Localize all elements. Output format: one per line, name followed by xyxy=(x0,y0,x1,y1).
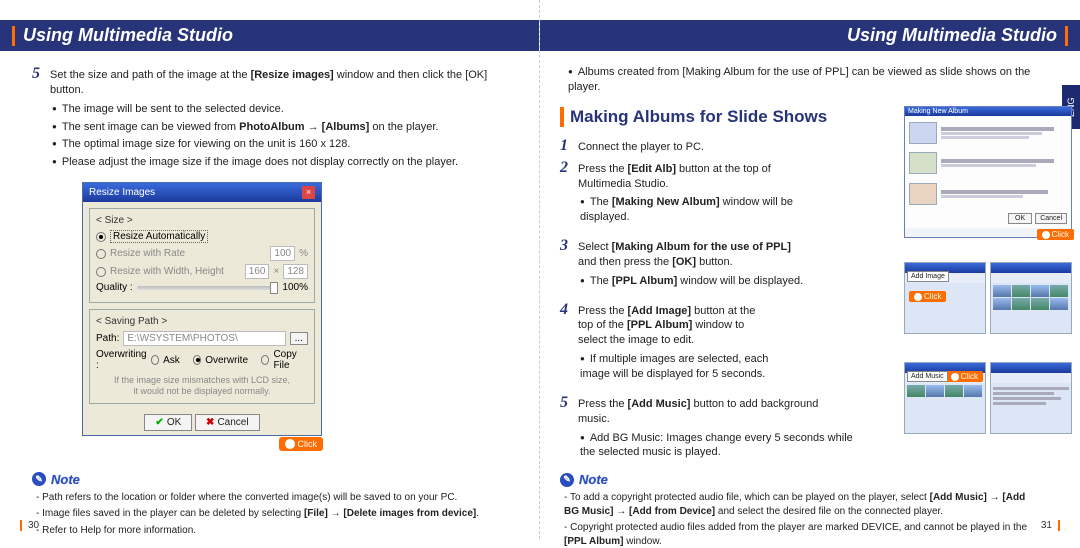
radio-overwrite[interactable] xyxy=(193,355,202,365)
page-header-left: Using Multimedia Studio xyxy=(0,20,539,51)
quality-slider[interactable] xyxy=(137,286,279,290)
list-item: Refer to Help for more information. xyxy=(36,524,519,538)
step5-sub: Add BG Music: Images change every 5 seco… xyxy=(580,431,870,461)
note-list-left: Path refers to the location or folder wh… xyxy=(36,491,519,538)
close-icon[interactable]: × xyxy=(302,186,315,199)
radio-resize-wh[interactable]: Resize with Width, Height160×128 xyxy=(96,264,308,279)
ppl-album-window-2: Add Music Click xyxy=(904,362,986,434)
page-number-right: 31 xyxy=(1041,520,1060,531)
step-2: 2 Press the [Edit Alb] button at the top… xyxy=(560,159,820,192)
list-item: Please adjust the image size if the imag… xyxy=(52,155,519,170)
cancel-button[interactable]: ✖Cancel xyxy=(195,414,260,431)
rate-input[interactable]: 100 xyxy=(270,246,295,261)
radio-resize-rate[interactable]: Resize with Rate100% xyxy=(96,246,308,261)
list-item: To add a copyright protected audio file,… xyxy=(564,491,1038,518)
step-5-right: 5 Press the [Add Music] button to add ba… xyxy=(560,394,840,427)
note-heading: ✎ Note xyxy=(32,472,519,487)
dialog-titlebar: Resize Images × xyxy=(83,183,321,202)
size-fieldset: < Size > Resize Automatically Resize wit… xyxy=(89,208,315,303)
add-music-label: Add Music xyxy=(907,371,948,382)
click-callout: Click xyxy=(279,437,324,451)
list-item: Image files saved in the player can be d… xyxy=(36,507,519,521)
resize-images-dialog: Resize Images × < Size > Resize Automati… xyxy=(82,182,322,436)
step4-sub: If multiple images are selected, each im… xyxy=(580,352,790,382)
header-title-right: Using Multimedia Studio xyxy=(847,25,1057,46)
list-item: Copyright protected audio files added fr… xyxy=(564,521,1038,548)
image-browser xyxy=(990,262,1072,334)
header-title-left: Using Multimedia Studio xyxy=(23,25,233,46)
click-callout: Click xyxy=(1037,229,1074,240)
step-number: 5 xyxy=(32,65,44,98)
screenshot-add-image: Add Image Click xyxy=(904,262,1072,334)
list-item: The sent image can be viewed from PhotoA… xyxy=(52,120,519,135)
top-context-bullet: Albums created from [Making Album for th… xyxy=(568,65,1038,95)
screenshot-add-music: Add Music Click xyxy=(904,362,1072,434)
path-row: Path:E:\WSYSTEM\PHOTOS\... xyxy=(96,331,308,346)
note-icon: ✎ xyxy=(32,472,46,486)
ppl-album-window: Add Image Click xyxy=(904,262,986,334)
step2-sub: The [Making New Album] window will be di… xyxy=(580,195,830,225)
dialog-hint: If the image size mismatches with LCD si… xyxy=(96,375,308,397)
add-image-label: Add Image xyxy=(907,271,949,282)
overwrite-row: Overwriting : Ask Overwrite Copy File xyxy=(96,349,308,371)
browse-button[interactable]: ... xyxy=(290,332,308,345)
path-input[interactable]: E:\WSYSTEM\PHOTOS\ xyxy=(123,331,285,346)
click-callout: Click xyxy=(946,371,983,382)
radio-ask[interactable] xyxy=(151,355,160,365)
screenshot-making-new-album: Making New Album xyxy=(904,106,1072,238)
quality-row: Quality :100% xyxy=(96,282,308,293)
note-icon: ✎ xyxy=(560,473,574,487)
note-heading-right: ✎ Note xyxy=(560,472,1038,487)
music-browser xyxy=(990,362,1072,434)
saving-path-fieldset: < Saving Path > Path:E:\WSYSTEM\PHOTOS\.… xyxy=(89,309,315,404)
note-list-right: To add a copyright protected audio file,… xyxy=(564,491,1038,548)
width-input[interactable]: 160 xyxy=(245,264,270,279)
step5-details: The image will be sent to the selected d… xyxy=(52,102,519,170)
list-item: The optimal image size for viewing on th… xyxy=(52,137,519,152)
click-callout: Click xyxy=(909,291,946,302)
step-4: 4 Press the [Add Image] button at the to… xyxy=(560,301,770,349)
page-header-right: Using Multimedia Studio xyxy=(540,20,1080,51)
step-3: 3 Select [Making Album for the use of PP… xyxy=(560,237,810,270)
radio-copy[interactable] xyxy=(261,355,270,365)
page-number-left: 30 xyxy=(20,520,39,531)
list-item: The image will be sent to the selected d… xyxy=(52,102,519,117)
radio-resize-auto[interactable]: Resize Automatically xyxy=(96,230,308,243)
ok-button[interactable]: ✔OK xyxy=(144,414,192,431)
height-input[interactable]: 128 xyxy=(283,264,308,279)
step-5: 5 Set the size and path of the image at … xyxy=(32,65,519,98)
list-item: Path refers to the location or folder wh… xyxy=(36,491,519,505)
step-text: Set the size and path of the image at th… xyxy=(50,65,519,98)
